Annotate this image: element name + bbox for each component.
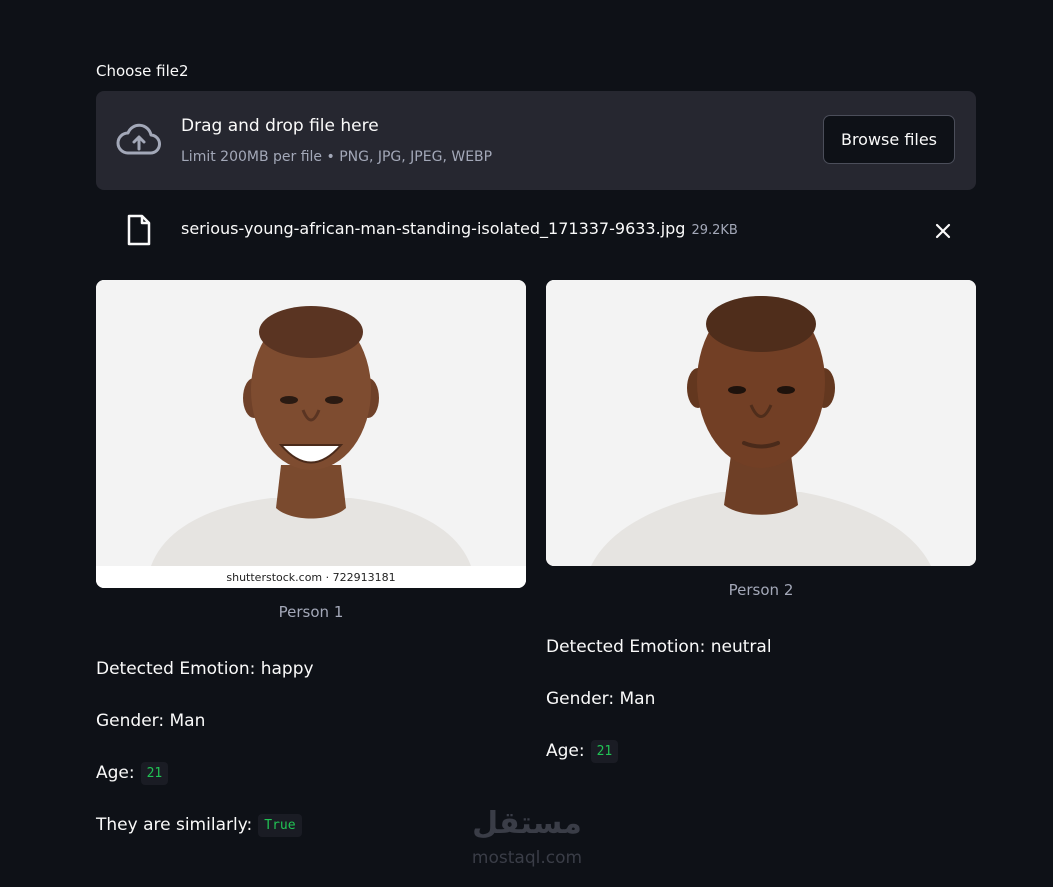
person-2-stats: Detected Emotion: neutral Gender: Man Ag… [546, 621, 976, 777]
file-size: 29.2KB [691, 223, 738, 238]
age-label: Age: [546, 741, 585, 761]
file-dropzone[interactable]: Drag and drop file here Limit 200MB per … [96, 91, 976, 190]
file-uploader-label: Choose file2 [96, 62, 189, 80]
file-name-text: serious-young-african-man-standing-isola… [181, 219, 686, 238]
person-1-gender: Gender: Man [96, 711, 206, 731]
person-2-caption: Person 2 [728, 581, 794, 599]
person-2-photo [546, 280, 976, 566]
age-value: 21 [590, 739, 619, 763]
person-2-emotion: Detected Emotion: neutral [546, 637, 772, 657]
similarity-label: They are similarly: [96, 815, 253, 835]
dropzone-limit-text: Limit 200MB per file • PNG, JPG, JPEG, W… [181, 149, 493, 165]
similarity-value: True [258, 813, 302, 837]
close-icon[interactable] [932, 220, 954, 242]
dropzone-title: Drag and drop file here [181, 116, 379, 136]
uploaded-file-row: serious-young-african-man-standing-isola… [96, 208, 976, 252]
person-1-emotion: Detected Emotion: happy [96, 659, 314, 679]
file-icon [127, 214, 151, 246]
mostaql-logo: مستقل mostaql.com [462, 806, 592, 870]
person-1-column: shutterstock.com · 722913181 Person 1 De… [96, 280, 526, 851]
person-2-column: Person 2 Detected Emotion: neutral Gende… [546, 280, 976, 777]
age-label: Age: [96, 763, 135, 783]
age-value: 21 [140, 761, 169, 785]
cloud-upload-icon [116, 123, 161, 155]
photo-watermark: shutterstock.com · 722913181 [96, 566, 526, 588]
person-2-gender: Gender: Man [546, 689, 656, 709]
person-1-age: Age: 21 [96, 747, 526, 799]
uploaded-file-name: serious-young-african-man-standing-isola… [181, 219, 738, 238]
person-1-caption: Person 1 [278, 603, 344, 621]
browse-files-button[interactable]: Browse files [823, 115, 955, 164]
logo-latin-text: mostaql.com [471, 848, 583, 868]
person-1-photo: shutterstock.com · 722913181 [96, 280, 526, 588]
app-page: Choose file2 Drag and drop file here Lim… [0, 0, 1053, 887]
person-2-age: Age: 21 [546, 725, 976, 777]
logo-arabic-text: مستقل [472, 806, 582, 841]
